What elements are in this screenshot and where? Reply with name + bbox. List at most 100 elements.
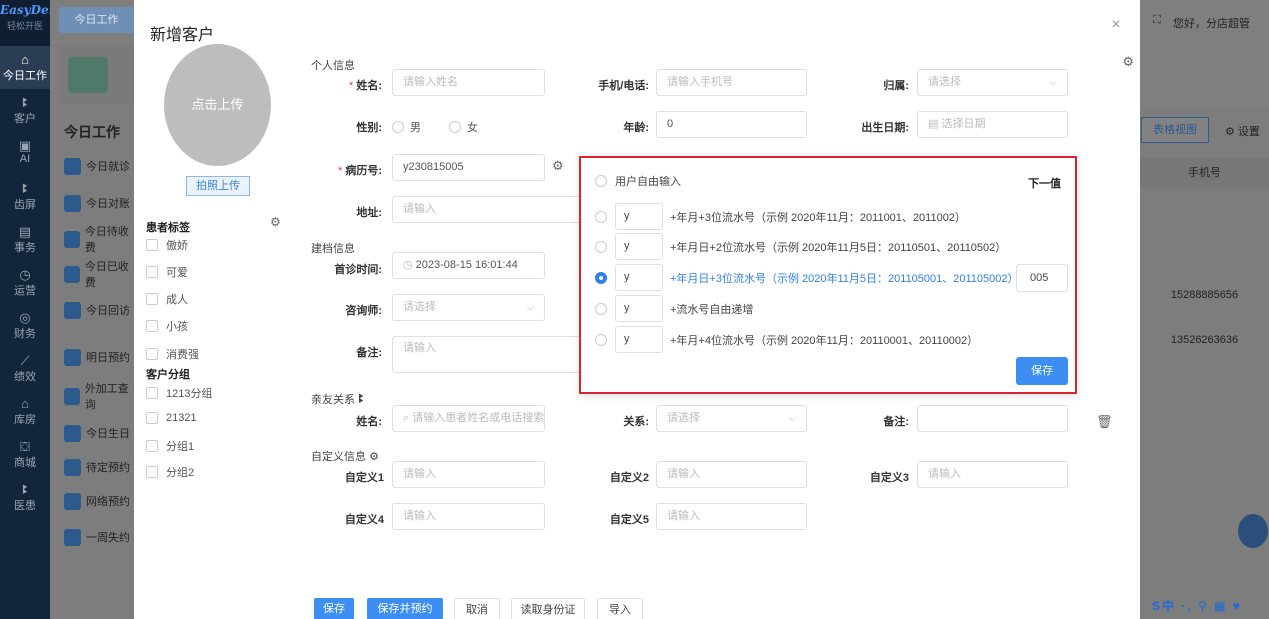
prefix-input[interactable]: y bbox=[615, 264, 663, 291]
checkbox-icon bbox=[146, 348, 158, 360]
tab-today-work[interactable]: 今日工作 bbox=[59, 7, 134, 33]
gender-female-radio[interactable]: 女 bbox=[449, 119, 478, 135]
nav-item-label: 商城 bbox=[14, 457, 36, 469]
nav-item-6[interactable]: ◷ 运营 bbox=[0, 261, 50, 304]
section-custom-info: 自定义信息 ⚙ bbox=[311, 451, 379, 463]
work-menu-item[interactable]: 外加工查询 bbox=[64, 383, 136, 411]
rule-description: +年月日+2位流水号（示例 2020年11月5日：20110501、201105… bbox=[670, 241, 1007, 254]
rule-description: +年月+4位流水号（示例 2020年11月：20110001、20110002） bbox=[670, 334, 979, 347]
relative-name-label: 姓名: bbox=[356, 416, 382, 428]
custom4-input[interactable]: 请输入 bbox=[392, 503, 545, 530]
work-menu-item[interactable]: 今日对账 bbox=[64, 193, 136, 213]
phone-input[interactable]: 请输入手机号 bbox=[656, 69, 807, 96]
popover-save-button[interactable]: 保存 bbox=[1016, 357, 1068, 385]
customer-group-title: 客户分组 bbox=[146, 369, 190, 381]
prefix-input[interactable]: y bbox=[615, 233, 663, 260]
custom5-input[interactable]: 请输入 bbox=[656, 503, 807, 530]
prefix-input[interactable]: y bbox=[615, 326, 663, 353]
consultant-select[interactable]: 请选择 ⌵ bbox=[392, 294, 545, 321]
ai-icon: ▣ bbox=[18, 138, 32, 153]
fullscreen-icon[interactable]: ⛶ bbox=[1153, 14, 1161, 27]
tag-checkbox[interactable]: 消费强 bbox=[146, 346, 199, 362]
free-input-option[interactable]: 用户自由输入 bbox=[595, 173, 681, 189]
record-number-input[interactable]: y230815005 bbox=[392, 154, 545, 181]
nav-item-3[interactable]: ▣ AI bbox=[0, 132, 50, 175]
work-menu-item[interactable]: 今日回访 bbox=[64, 300, 136, 320]
work-menu-item[interactable]: 今日就诊 bbox=[64, 156, 136, 176]
age-input[interactable]: 0 bbox=[656, 111, 807, 138]
gender-male-radio[interactable]: 男 bbox=[392, 119, 421, 135]
tag-checkbox[interactable]: 傲娇 bbox=[146, 237, 188, 253]
save-button[interactable]: 保存 bbox=[314, 598, 354, 619]
tag-checkbox[interactable]: 可爱 bbox=[146, 264, 188, 280]
record-rule-option[interactable]: y +年月日+2位流水号（示例 2020年11月5日：20110501、20110… bbox=[595, 233, 1006, 260]
prefix-input[interactable]: y bbox=[615, 203, 663, 230]
relative-search-input[interactable]: ⌕ 请输入患者姓名或电话搜索 bbox=[392, 405, 545, 432]
custom1-input[interactable]: 请输入 bbox=[392, 461, 545, 488]
nav-item-8[interactable]: ⟋ 绩效 bbox=[0, 347, 50, 390]
photo-upload-button[interactable]: 拍照上传 bbox=[186, 176, 250, 196]
work-menu-item[interactable]: 今日待收费 bbox=[64, 226, 136, 254]
tag-checkbox[interactable]: 小孩 bbox=[146, 318, 188, 334]
group-checkbox[interactable]: 21321 bbox=[146, 412, 197, 424]
relation-select[interactable]: 请选择 ⌵ bbox=[656, 405, 807, 432]
table-view-button[interactable]: 表格视图 bbox=[1141, 117, 1209, 143]
next-value-input[interactable]: 005 bbox=[1016, 264, 1068, 292]
work-menu-item[interactable]: 今日生日 bbox=[64, 423, 136, 443]
group-checkbox[interactable]: 分组2 bbox=[146, 464, 194, 480]
remark-textarea[interactable]: 请输入 bbox=[392, 336, 582, 373]
trash-icon[interactable]: 🗑 bbox=[1096, 414, 1113, 430]
read-id-card-button[interactable]: 读取身份证 bbox=[511, 598, 585, 619]
belong-select[interactable]: 请选择 ⌵ bbox=[917, 69, 1068, 96]
close-icon[interactable]: × bbox=[1106, 16, 1126, 36]
nav-item-5[interactable]: ▤ 事务 bbox=[0, 218, 50, 261]
save-and-book-button[interactable]: 保存并预约 bbox=[367, 598, 443, 619]
cancel-button[interactable]: 取消 bbox=[454, 598, 500, 619]
settings-button[interactable]: ⚙ 设置 bbox=[1225, 123, 1260, 139]
finance-icon: ◎ bbox=[19, 310, 31, 325]
phone-cell: 13526263636 bbox=[1170, 334, 1239, 346]
name-input[interactable]: 请输入姓名 bbox=[392, 69, 545, 96]
first-visit-picker[interactable]: ◷ 2023-08-15 16:01:44 bbox=[392, 252, 545, 279]
nav-item-9[interactable]: ⌂ 库房 bbox=[0, 390, 50, 433]
group-checkbox[interactable]: 分组1 bbox=[146, 438, 194, 454]
record-rule-option[interactable]: y +年月+4位流水号（示例 2020年11月：20110001、20110002… bbox=[595, 326, 978, 353]
gender-label: 性别: bbox=[356, 122, 382, 134]
import-button[interactable]: 导入 bbox=[597, 598, 643, 619]
nav-item-11[interactable]: ꔪ 医患 bbox=[0, 476, 50, 519]
nav-item-label: 齿屏 bbox=[14, 199, 36, 211]
gear-icon[interactable]: ⚙ bbox=[369, 451, 379, 463]
group-checkbox[interactable]: 1213分组 bbox=[146, 385, 212, 401]
work-menu-item[interactable]: 今日已收费 bbox=[64, 261, 136, 289]
birth-date-picker[interactable]: ▤ 选择日期 bbox=[917, 111, 1068, 138]
record-number-label: * 病历号: bbox=[338, 165, 382, 177]
record-rule-option[interactable]: y +流水号自由递增 bbox=[595, 295, 753, 322]
nav-item-label: 绩效 bbox=[14, 371, 36, 383]
gear-icon[interactable]: ⚙ bbox=[1122, 54, 1134, 70]
record-rule-option[interactable]: y +年月日+3位流水号（示例 2020年11月5日：201105001、2011… bbox=[595, 264, 1019, 291]
nav-item-7[interactable]: ◎ 财务 bbox=[0, 304, 50, 347]
nav-item-1[interactable]: ⌂ 今日工作 bbox=[0, 46, 50, 89]
prefix-input[interactable]: y bbox=[615, 295, 663, 322]
nav-item-4[interactable]: ꔪ 齿屏 bbox=[0, 175, 50, 218]
gear-icon[interactable]: ⚙ bbox=[552, 158, 564, 174]
help-button[interactable] bbox=[1238, 514, 1268, 548]
address-input[interactable]: 请输入 bbox=[392, 196, 582, 223]
patient-tags-title: 患者标签 bbox=[146, 222, 190, 234]
add-relative-icon[interactable]: ꔪ bbox=[358, 391, 364, 406]
custom3-input[interactable]: 请输入 bbox=[917, 461, 1068, 488]
work-menu-item[interactable]: 明日预约 bbox=[64, 347, 136, 367]
record-rule-option[interactable]: y +年月+3位流水号（示例 2020年11月：2011001、2011002） bbox=[595, 203, 966, 230]
menu-icon bbox=[64, 301, 81, 319]
avatar-upload[interactable]: 点击上传 bbox=[164, 44, 271, 166]
tag-checkbox[interactable]: 成人 bbox=[146, 291, 188, 307]
nav-item-10[interactable]: ⛋ 商城 bbox=[0, 433, 50, 476]
nav-item-2[interactable]: ꔪ 客户 bbox=[0, 89, 50, 132]
relative-remark-input[interactable] bbox=[917, 405, 1068, 432]
custom2-input[interactable]: 请输入 bbox=[656, 461, 807, 488]
gear-icon[interactable]: ⚙ bbox=[270, 215, 281, 229]
work-menu-item[interactable]: 待定预约 bbox=[64, 457, 136, 477]
work-menu-item[interactable]: 网络预约 bbox=[64, 491, 136, 511]
checkbox-icon bbox=[146, 320, 158, 332]
work-menu-item[interactable]: 一周失约 bbox=[64, 527, 136, 547]
